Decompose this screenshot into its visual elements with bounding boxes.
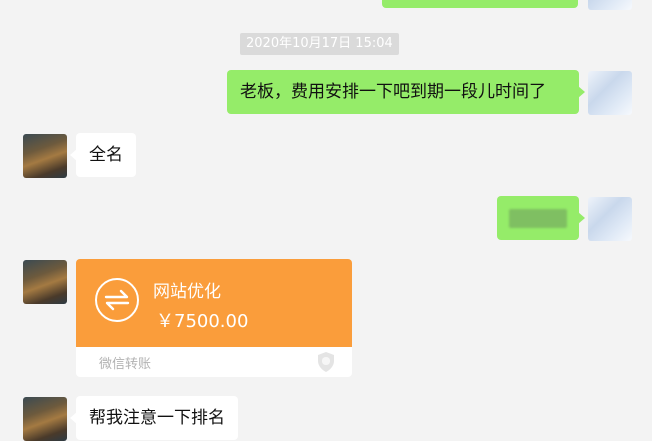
message-timestamp: 2020年10月17日 15:04 xyxy=(240,33,399,55)
transfer-card[interactable]: 网站优化 ￥7500.00 微信转账 xyxy=(76,259,352,377)
message-text: 帮我注意一下排名 xyxy=(89,408,225,428)
transfer-footer-label: 微信转账 xyxy=(99,357,152,372)
message-text: 老板，费用安排一下吧到期一段儿时间了 xyxy=(240,82,546,102)
message-bubble-other[interactable]: 全名 xyxy=(70,133,136,177)
message-text: 全名 xyxy=(89,145,123,165)
contact-avatar[interactable] xyxy=(23,134,67,178)
message-bubble-other[interactable]: 帮我注意一下排名 xyxy=(70,396,238,440)
message-bubble-self[interactable]: 老板，费用安排一下吧到期一段儿时间了 xyxy=(227,70,585,114)
contact-avatar[interactable] xyxy=(23,397,67,441)
redacted-content xyxy=(509,209,567,228)
self-avatar[interactable] xyxy=(588,71,632,115)
transfer-amount: ￥7500.00 xyxy=(156,311,249,332)
transfer-note: 网站优化 xyxy=(153,282,221,302)
transfer-card-header: 网站优化 ￥7500.00 xyxy=(76,259,352,347)
shield-icon xyxy=(316,351,336,377)
self-avatar-top[interactable] xyxy=(588,0,632,10)
redacted-message-bubble[interactable] xyxy=(497,196,585,240)
self-avatar[interactable] xyxy=(588,197,632,241)
previous-message-bubble[interactable] xyxy=(382,0,578,8)
transfer-arrows-icon xyxy=(95,278,139,322)
contact-avatar[interactable] xyxy=(23,260,67,304)
